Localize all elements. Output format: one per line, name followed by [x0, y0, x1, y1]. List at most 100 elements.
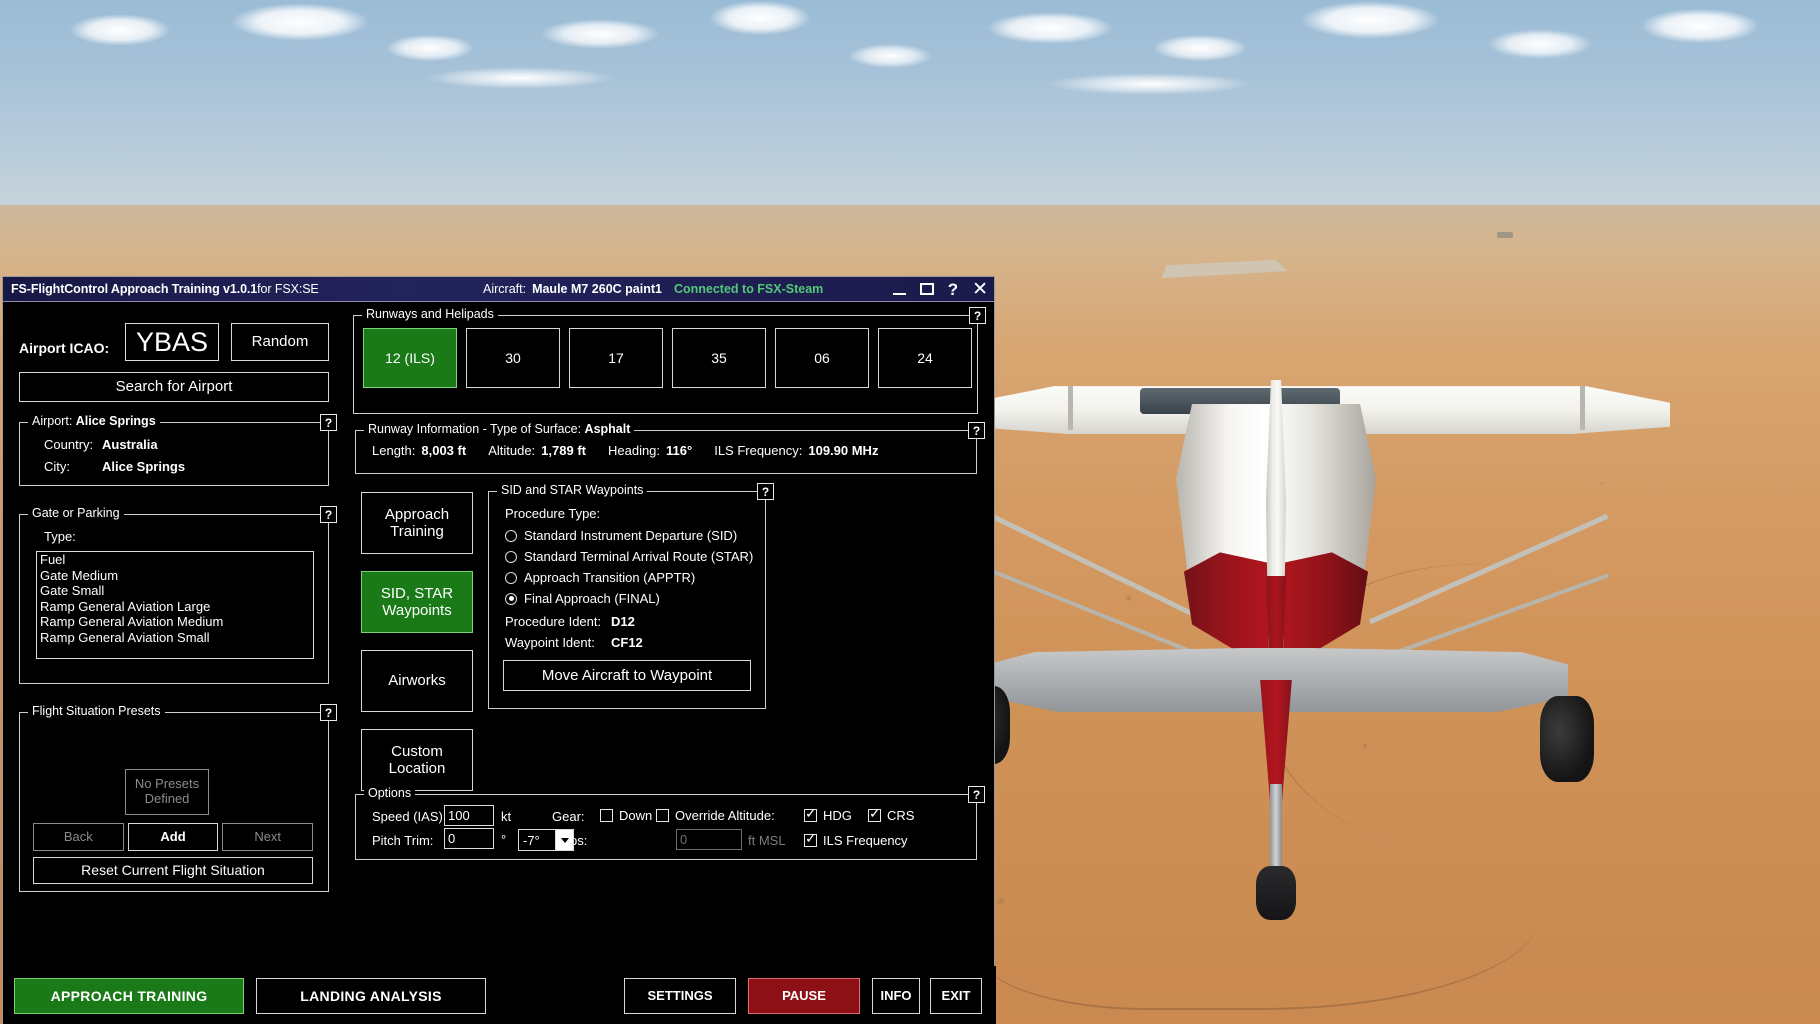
mode-button-sid-star-waypoints[interactable]: SID, STAR Waypoints [361, 571, 473, 633]
maximize-icon[interactable] [919, 283, 934, 295]
runway-button-30[interactable]: 30 [466, 328, 560, 388]
aircraft-label: Aircraft: [483, 282, 527, 296]
runway-length-label: Length: [372, 443, 416, 458]
override-altitude-check-box [656, 809, 669, 822]
sid-star-legend: SID and STAR Waypoints [497, 483, 648, 497]
runway-ils-value: 109.90 MHz [808, 443, 879, 458]
list-item[interactable]: Ramp General Aviation Small [37, 630, 313, 646]
help-icon[interactable]: ? [948, 281, 958, 298]
list-item[interactable]: Gate Small [37, 583, 313, 599]
gear-down-checkbox[interactable]: Down [600, 808, 652, 823]
presets-back-button[interactable]: Back [33, 823, 124, 851]
gear-label: Gear: [552, 809, 585, 824]
tailwheel-strut [1270, 784, 1282, 874]
altitude-input[interactable] [676, 829, 742, 850]
runway-button-list: 12 (ILS) 30 17 35 06 24 [363, 328, 972, 388]
altitude-unit: ft MSL [748, 833, 786, 848]
runways-help-button[interactable]: ? [969, 307, 986, 324]
chevron-down-icon[interactable] [555, 830, 573, 850]
runway-length-value: 8,003 ft [421, 443, 467, 458]
pause-button[interactable]: PAUSE [748, 978, 860, 1014]
list-item[interactable]: Ramp General Aviation Medium [37, 614, 313, 630]
runway-button-24[interactable]: 24 [878, 328, 972, 388]
options-help-button[interactable]: ? [968, 786, 985, 803]
info-button[interactable]: INFO [872, 978, 920, 1014]
radio-button-icon [505, 529, 517, 542]
gate-or-parking-help-button[interactable]: ? [320, 506, 337, 523]
waypoint-ident-label: Waypoint Ident: [505, 635, 595, 650]
flaps-select[interactable]: -7° [518, 829, 574, 851]
mode-button-line1: Custom [391, 742, 443, 760]
list-item[interactable]: Fuel [37, 552, 313, 568]
crs-checkbox[interactable]: CRS [868, 806, 914, 823]
procedure-type-option-0[interactable]: Standard Instrument Departure (SID) [505, 528, 737, 543]
no-presets-line1: No Presets [134, 776, 200, 792]
title-bar[interactable]: FS-FlightControl Approach Training v1.0.… [3, 277, 994, 302]
hdg-check-box [804, 806, 817, 822]
gate-or-parking-legend: Gate or Parking [28, 506, 124, 520]
pitch-trim-unit: ° [501, 832, 507, 847]
list-item[interactable]: Ramp General Aviation Large [37, 599, 313, 615]
mode-button-line2: Location [388, 760, 446, 777]
presets-help-button[interactable]: ? [320, 704, 337, 721]
sid-star-help-button[interactable]: ? [757, 483, 774, 500]
runway-button-35[interactable]: 35 [672, 328, 766, 388]
approach-training-button[interactable]: APPROACH TRAINING [14, 978, 244, 1014]
airport-info-help-button[interactable]: ? [320, 414, 337, 431]
flight-situation-presets-group: Flight Situation Presets ? No Presets De… [19, 704, 337, 892]
gear-down-label: Down [619, 808, 653, 823]
waypoint-ident-value: CF12 [611, 635, 643, 650]
pitch-trim-input[interactable] [444, 828, 494, 849]
close-icon[interactable]: ✕ [972, 280, 988, 299]
runway-altitude-value: 1,789 ft [541, 443, 586, 458]
runway-button-12-ils[interactable]: 12 (ILS) [363, 328, 457, 388]
gate-type-list[interactable]: Fuel Gate Medium Gate Small Ramp General Av… [36, 551, 314, 659]
airport-icao-input[interactable] [125, 323, 219, 361]
procedure-type-option-1[interactable]: Standard Terminal Arrival Route (STAR) [505, 549, 753, 564]
cloud-layer [0, 0, 1820, 118]
procedure-ident-label: Procedure Ident: [505, 614, 602, 629]
presets-nav-row: Back Add Next [33, 823, 314, 851]
settings-button[interactable]: SETTINGS [624, 978, 736, 1014]
speed-input[interactable] [444, 805, 494, 826]
runway-button-06[interactable]: 06 [775, 328, 869, 388]
reset-flight-situation-button[interactable]: Reset Current Flight Situation [33, 857, 313, 884]
mode-button-stack: Approach Training SID, STAR Waypoints Airwor… [361, 492, 473, 808]
tailwheel [1256, 866, 1296, 920]
airport-icao-label: Airport ICAO: [19, 340, 110, 356]
ils-frequency-check-box [804, 831, 817, 847]
ils-frequency-checkbox[interactable]: ILS Frequency [804, 831, 908, 848]
hdg-checkbox[interactable]: HDG [804, 806, 852, 823]
mode-button-line1: SID, STAR [380, 584, 454, 602]
procedure-type-option-3[interactable]: Final Approach (FINAL) [505, 591, 660, 606]
landing-analysis-button[interactable]: LANDING ANALYSIS [256, 978, 486, 1014]
options-legend: Options [364, 786, 416, 800]
runway-button-17[interactable]: 17 [569, 328, 663, 388]
runway-information-help-button[interactable]: ? [968, 422, 985, 439]
radio-button-icon [505, 550, 517, 563]
minimize-icon[interactable] [892, 284, 906, 295]
flaps-value: -7° [523, 832, 540, 848]
gate-or-parking-group: Gate or Parking ? Type: Fuel Gate Medium G… [19, 506, 337, 684]
list-item[interactable]: Gate Medium [37, 568, 313, 584]
procedure-type-option-2[interactable]: Approach Transition (APPTR) [505, 570, 695, 585]
move-aircraft-to-waypoint-button[interactable]: Move Aircraft to Waypoint [503, 660, 751, 691]
aircraft-model [938, 380, 1670, 940]
mode-button-line2: Waypoints [382, 602, 452, 619]
crs-check-box [868, 806, 881, 822]
pitch-trim-label: Pitch Trim: [372, 833, 434, 848]
fs-flightcontrol-window: FS-FlightControl Approach Training v1.0.… [2, 276, 996, 1024]
sid-and-star-waypoints-group: SID and STAR Waypoints ? Procedure Type:… [488, 483, 774, 709]
presets-next-button[interactable]: Next [222, 823, 314, 851]
mode-button-approach-training[interactable]: Approach Training [361, 492, 473, 554]
search-for-airport-button[interactable]: Search for Airport [19, 372, 329, 402]
options-group: Options ? Speed (IAS): kt Pitch Trim: ° … [355, 786, 985, 860]
procedure-ident-value: D12 [611, 614, 635, 629]
mode-button-airworks[interactable]: Airworks [361, 650, 473, 712]
mode-button-line2: Training [390, 523, 444, 540]
override-altitude-checkbox[interactable]: Override Altitude: [656, 808, 775, 823]
exit-button[interactable]: EXIT [930, 978, 982, 1014]
presets-add-button[interactable]: Add [127, 823, 219, 851]
random-airport-button[interactable]: Random [231, 323, 329, 361]
mode-button-custom-location[interactable]: Custom Location [361, 729, 473, 791]
